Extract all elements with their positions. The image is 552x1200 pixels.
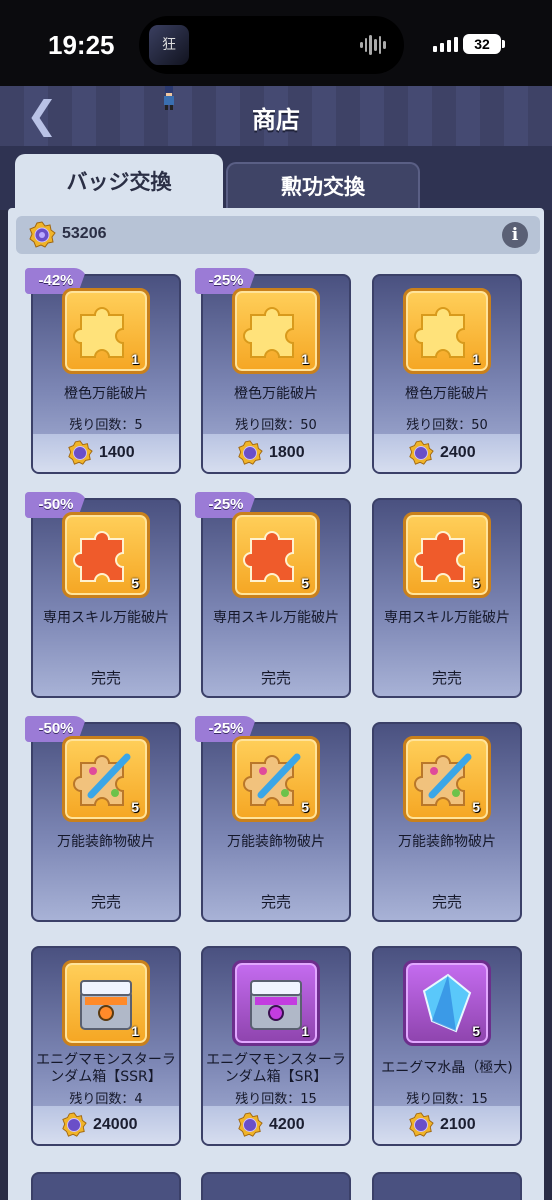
remaining-count: 残り回数：5 — [69, 418, 143, 433]
item-name: 専用スキル万能破片 — [43, 610, 169, 626]
item-quantity: 1 — [131, 1023, 139, 1039]
puzzle-gold-icon: 1 — [62, 288, 150, 374]
badge-coin-icon — [62, 1112, 87, 1137]
shop-item-card[interactable]: 5 エニグマ水晶（極大) 残り回数：15 2100 — [372, 946, 522, 1146]
sold-out-label: 完売 — [431, 893, 462, 911]
clock: 19:25 — [48, 30, 115, 60]
item-name: 橙色万能破片 — [234, 386, 318, 402]
sold-out-label: 完売 — [260, 893, 291, 911]
remaining-count: 残り回数：15 — [406, 1092, 488, 1107]
item-quantity: 5 — [472, 1023, 480, 1039]
shop-item-card[interactable]: 1 橙色万能破片 残り回数：50 2400 — [372, 274, 522, 474]
item-quantity: 5 — [131, 799, 139, 815]
item-name: エニグマモンスターランダム箱【SR】 — [206, 1052, 346, 1085]
item-name: エニグマ水晶（極大) — [381, 1060, 513, 1076]
item-quantity: 1 — [131, 351, 139, 367]
info-button[interactable]: i — [502, 222, 528, 248]
item-price: 4200 — [269, 1116, 305, 1133]
remaining-count: 残り回数：4 — [69, 1092, 143, 1107]
item-name: 万能装飾物破片 — [57, 834, 155, 850]
puzzle-gold-icon: 1 — [232, 288, 320, 374]
remaining-count: 残り回数：50 — [406, 418, 488, 433]
shop-item-card[interactable]: 5 専用スキル万能破片 完売 — [372, 498, 522, 698]
item-price: 2400 — [440, 444, 476, 461]
currency-bar: 53206 i — [16, 216, 540, 254]
sold-out-label: 完売 — [431, 669, 462, 687]
item-name: エニグマモンスターランダム箱【SSR】 — [36, 1052, 176, 1085]
app-icon: 狂 — [149, 25, 189, 65]
item-quantity: 5 — [301, 575, 309, 591]
puzzle-brush-icon: 5 — [62, 736, 150, 822]
shop-item-card[interactable] — [372, 1172, 522, 1200]
item-name: 橙色万能破片 — [405, 386, 489, 402]
item-quantity: 5 — [301, 799, 309, 815]
shop-item-card[interactable]: -25% 5 専用スキル万能破片 完売 — [195, 492, 351, 698]
badge-coin-icon — [238, 1112, 263, 1137]
top-bar: ❮ 商店 — [0, 86, 552, 146]
chest-purple-icon: 1 — [232, 960, 320, 1046]
badge-coin-icon — [68, 440, 93, 465]
sold-out-label: 完売 — [90, 893, 121, 911]
shop-item-card[interactable]: 5 万能装飾物破片 完売 — [372, 722, 522, 922]
sold-out-label: 完売 — [260, 669, 291, 687]
puzzle-gold-icon: 1 — [403, 288, 491, 374]
item-price: 1400 — [99, 444, 135, 461]
audio-wave-icon — [360, 34, 387, 56]
page-title: 商店 — [252, 106, 300, 134]
badge-coin-icon — [29, 221, 56, 248]
shop-item-card[interactable] — [201, 1172, 351, 1200]
shop-item-card[interactable]: -25% 5 万能装飾物破片 完売 — [195, 716, 351, 922]
shop-item-card[interactable]: -50% 5 万能装飾物破片 完売 — [25, 716, 181, 922]
item-name: 専用スキル万能破片 — [384, 610, 510, 626]
shop-item-card[interactable]: 1 エニグマモンスターランダム箱【SSR】 残り回数：4 24000 — [31, 946, 181, 1146]
item-name: 万能装飾物破片 — [398, 834, 496, 850]
price-bar[interactable]: 1400 — [33, 434, 179, 472]
tab-merit-exchange[interactable]: 勲功交換 — [226, 162, 420, 210]
item-quantity: 1 — [472, 351, 480, 367]
price-bar[interactable]: 2400 — [374, 434, 520, 472]
puzzle-red-icon: 5 — [232, 512, 320, 598]
signal-icon — [433, 36, 458, 52]
price-bar[interactable]: 2100 — [374, 1106, 520, 1144]
remaining-count: 残り回数：50 — [235, 418, 317, 433]
puzzle-red-icon: 5 — [62, 512, 150, 598]
chest-orange-icon: 1 — [62, 960, 150, 1046]
price-bar[interactable]: 24000 — [33, 1106, 179, 1144]
currency-amount: 53206 — [62, 225, 107, 242]
sold-out-label: 完売 — [90, 669, 121, 687]
status-bar: 19:25 狂 32 — [0, 0, 552, 86]
item-quantity: 1 — [301, 351, 309, 367]
item-price: 1800 — [269, 444, 305, 461]
badge-coin-icon — [409, 1112, 434, 1137]
item-price: 2100 — [440, 1116, 476, 1133]
remaining-count: 残り回数：15 — [235, 1092, 317, 1107]
shop-item-card[interactable] — [31, 1172, 181, 1200]
dynamic-island: 狂 — [139, 16, 404, 74]
badge-coin-icon — [409, 440, 434, 465]
item-quantity: 5 — [131, 575, 139, 591]
badge-coin-icon — [238, 440, 263, 465]
item-name: 専用スキル万能破片 — [213, 610, 339, 626]
item-name: 橙色万能破片 — [64, 386, 148, 402]
battery-indicator: 32 — [463, 34, 505, 54]
shop-item-card[interactable]: -25% 1 橙色万能破片 残り回数：50 1800 — [195, 268, 351, 474]
item-price: 24000 — [93, 1116, 138, 1133]
shop-item-card[interactable]: -50% 5 専用スキル万能破片 完売 — [25, 492, 181, 698]
item-quantity: 1 — [301, 1023, 309, 1039]
item-name: 万能装飾物破片 — [227, 834, 325, 850]
crystal-icon: 5 — [403, 960, 491, 1046]
item-quantity: 5 — [472, 799, 480, 815]
shop-item-card[interactable]: -42% 1 橙色万能破片 残り回数：5 1400 — [25, 268, 181, 474]
puzzle-brush-icon: 5 — [232, 736, 320, 822]
tab-badge-exchange[interactable]: バッジ交換 — [15, 154, 223, 210]
puzzle-brush-icon: 5 — [403, 736, 491, 822]
price-bar[interactable]: 4200 — [203, 1106, 349, 1144]
price-bar[interactable]: 1800 — [203, 434, 349, 472]
shop-item-card[interactable]: 1 エニグマモンスターランダム箱【SR】 残り回数：15 4200 — [201, 946, 351, 1146]
item-quantity: 5 — [472, 575, 480, 591]
puzzle-red-icon: 5 — [403, 512, 491, 598]
